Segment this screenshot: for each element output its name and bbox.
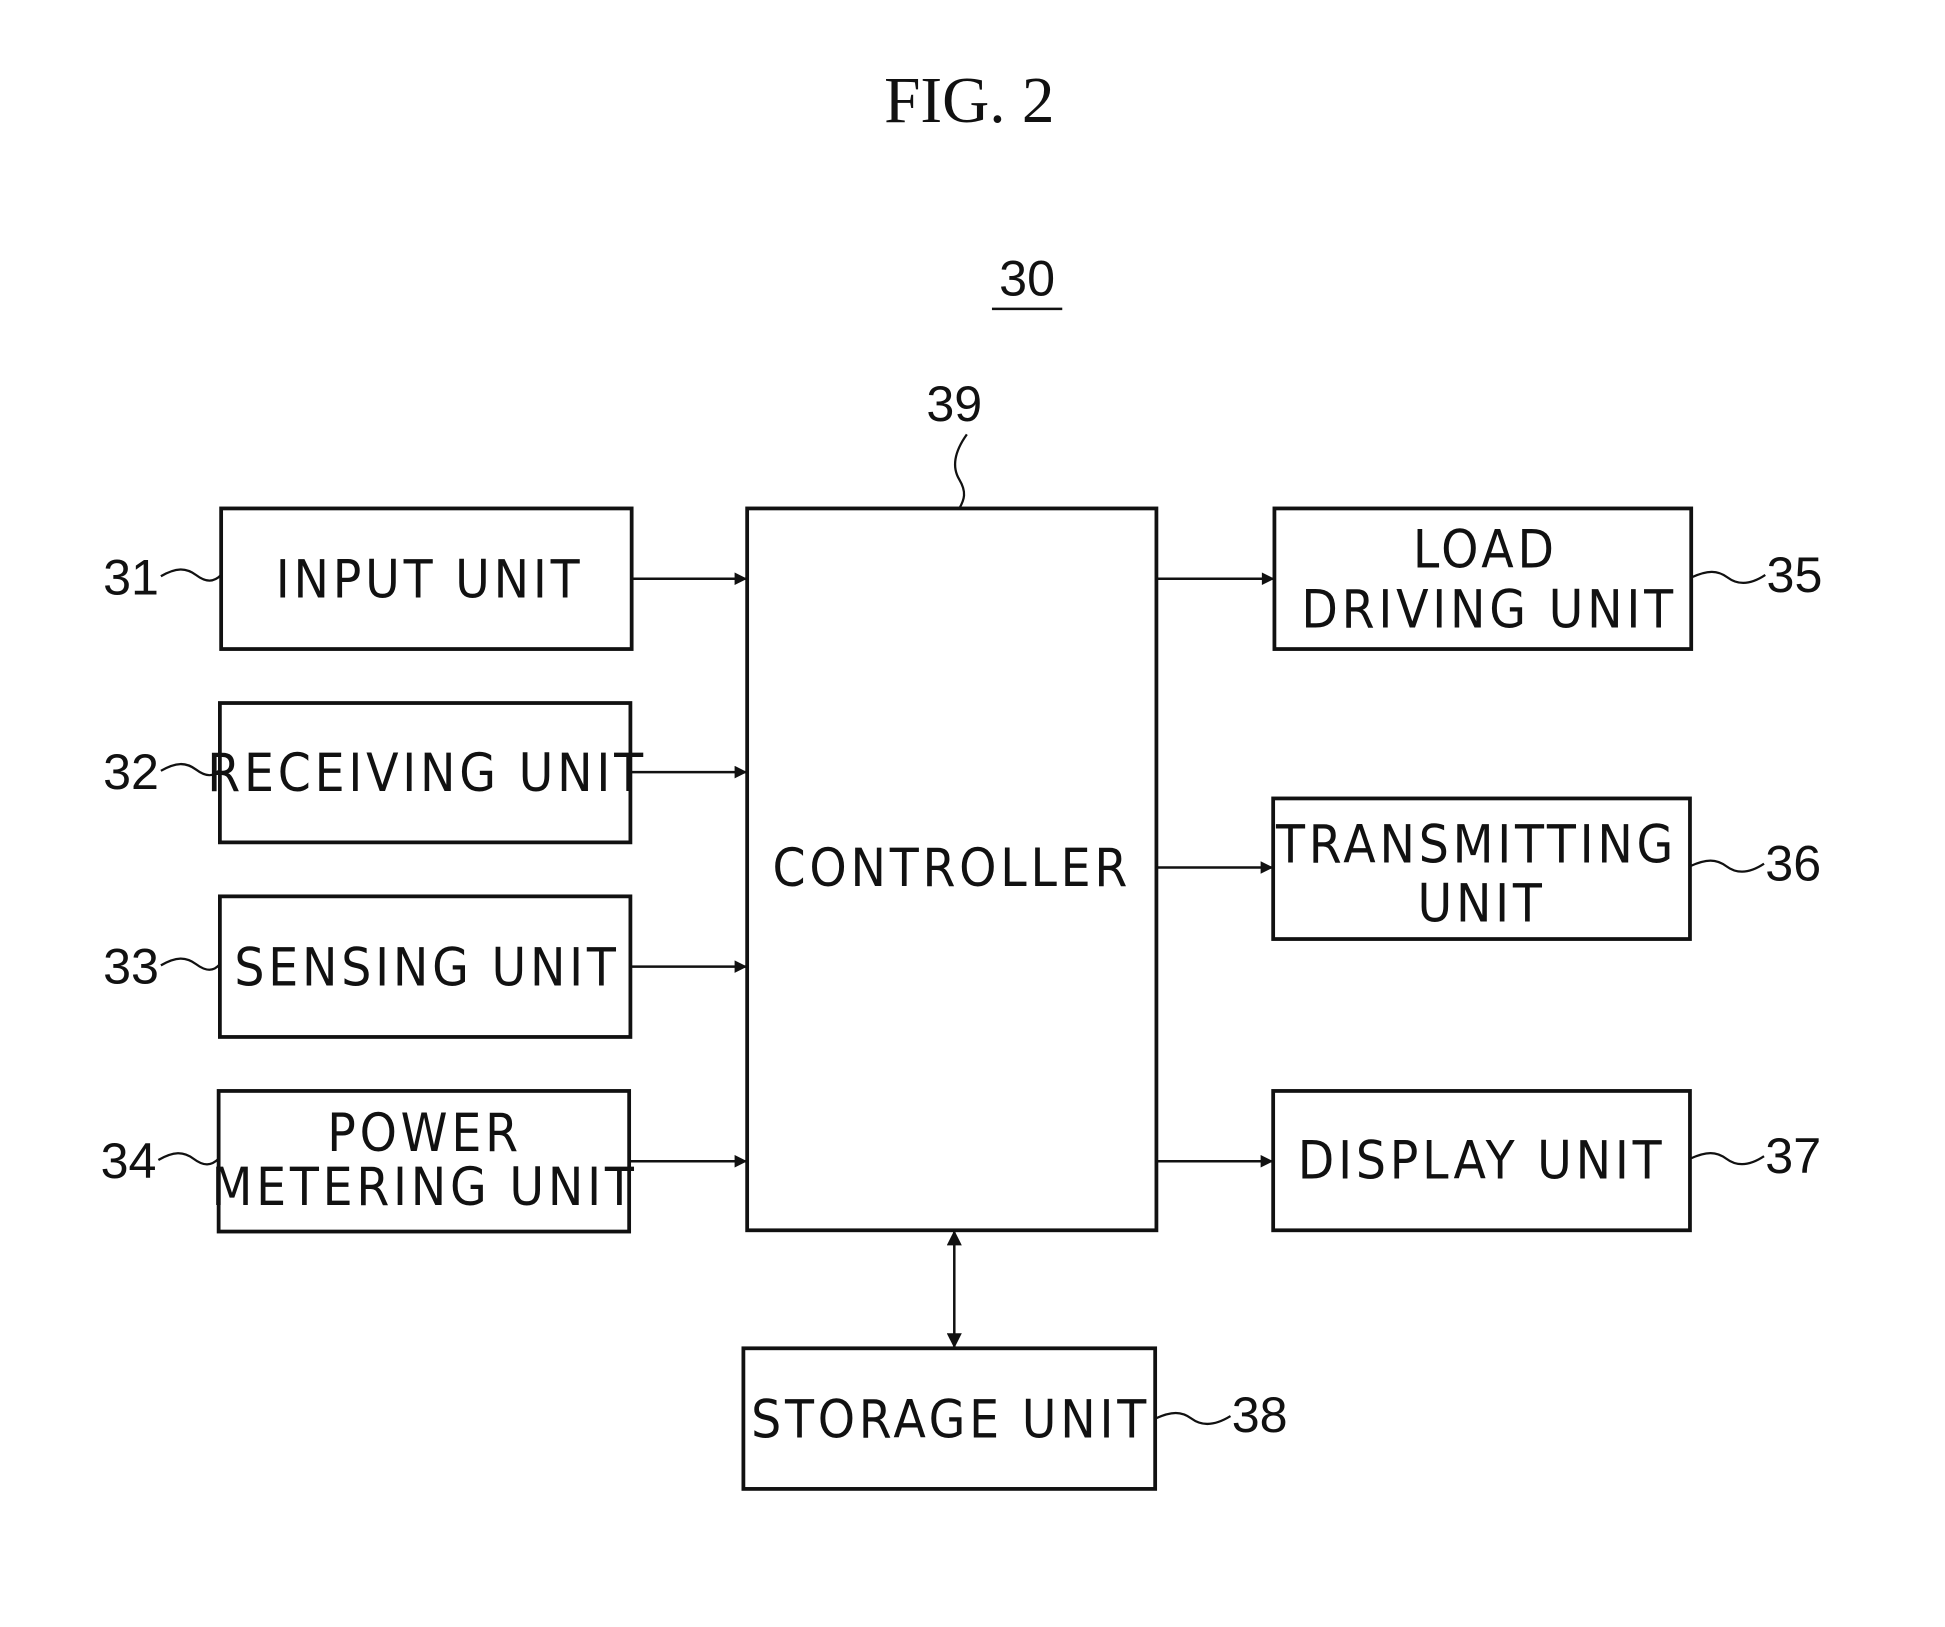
power-metering-unit-leader	[157, 1152, 220, 1166]
load-driving-unit-ref: 35	[1767, 547, 1823, 603]
sensing-unit-label: SENSING UNIT	[234, 937, 619, 998]
input-unit-label: INPUT UNIT	[276, 549, 584, 610]
power-metering-unit-label-line2: METERING UNIT	[211, 1157, 637, 1218]
receiving-unit-block: RECEIVING UNIT 32	[103, 701, 748, 845]
input-unit-leader	[160, 568, 222, 582]
figure-title: FIG. 2	[884, 65, 1054, 137]
sensing-unit-ref: 33	[103, 939, 159, 995]
transmitting-unit-label-line2: UNIT	[1417, 873, 1545, 934]
display-unit-block: DISPLAY UNIT 37	[1156, 1089, 1821, 1233]
controller-leader-line	[953, 433, 968, 509]
power-metering-unit-label-line1: POWER	[327, 1103, 522, 1164]
storage-unit-label: STORAGE UNIT	[751, 1389, 1150, 1450]
load-driving-unit-leader	[1690, 570, 1766, 584]
load-driving-unit-label-line2: DRIVING UNIT	[1301, 580, 1677, 641]
transmitting-unit-leader	[1689, 859, 1765, 873]
controller-label: CONTROLLER	[773, 838, 1132, 899]
storage-unit-leader	[1154, 1411, 1232, 1426]
power-metering-unit-block: POWER METERING UNIT 34	[101, 1089, 748, 1234]
display-unit-leader	[1689, 1151, 1765, 1166]
receiving-unit-ref: 32	[103, 744, 159, 800]
display-unit-ref: 37	[1765, 1128, 1821, 1184]
controller-ref: 39	[926, 376, 982, 432]
power-metering-unit-ref: 34	[101, 1133, 157, 1189]
sensing-unit-block: SENSING UNIT 33	[103, 894, 748, 1039]
system-ref-label: 30	[999, 251, 1055, 307]
load-driving-unit-block: LOAD DRIVING UNIT 35	[1156, 506, 1823, 651]
load-driving-unit-label-line1: LOAD	[1413, 519, 1558, 580]
controller-block: CONTROLLER 39	[745, 376, 1159, 1233]
storage-unit-ref: 38	[1232, 1387, 1288, 1443]
storage-unit-block: STORAGE UNIT 38	[741, 1230, 1288, 1491]
transmitting-unit-label-line1: TRANSMITTING	[1275, 814, 1677, 875]
display-unit-label: DISPLAY UNIT	[1298, 1131, 1666, 1192]
receiving-unit-label: RECEIVING UNIT	[207, 743, 647, 804]
transmitting-unit-block: TRANSMITTING UNIT 36	[1156, 796, 1821, 941]
transmitting-unit-ref: 36	[1765, 836, 1821, 892]
input-unit-ref: 31	[103, 549, 159, 605]
input-unit-block: INPUT UNIT 31	[103, 506, 748, 651]
sensing-unit-leader	[160, 957, 221, 971]
block-diagram: FIG. 2 30 CONTROLLER 39 INPUT UNIT 31 RE…	[101, 65, 1823, 1491]
